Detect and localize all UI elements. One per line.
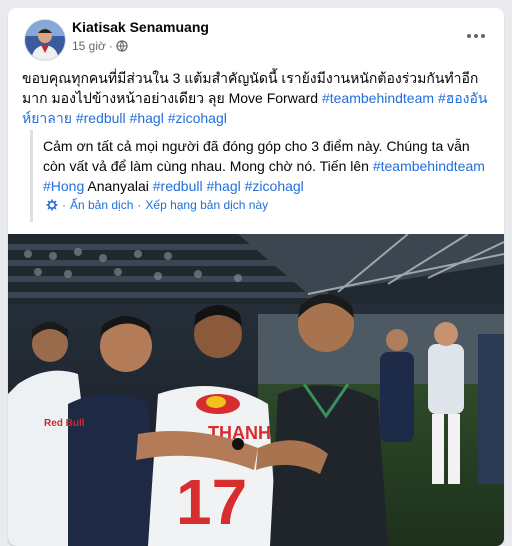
hashtag-redbull[interactable]: #redbull bbox=[76, 110, 126, 126]
post-time[interactable]: 15 giờ bbox=[72, 39, 106, 53]
translation-actions: · Ẩn bản dịch · Xếp hạng bản dịch này bbox=[46, 198, 268, 212]
translation-hashtag-teambehindteam[interactable]: #teambehindteam bbox=[373, 158, 485, 174]
gear-icon bbox=[46, 199, 58, 211]
translation-hashtag-redbull[interactable]: #redbull bbox=[153, 178, 203, 194]
author-name[interactable]: Kiatisak Senamuang bbox=[72, 19, 209, 35]
translation-hashtag-zicohagl[interactable]: #zicohagl bbox=[245, 178, 304, 194]
post-meta: 15 giờ · bbox=[72, 39, 128, 53]
hashtag-zicohagl[interactable]: #zicohagl bbox=[168, 110, 227, 126]
translation-text: Cảm ơn tất cả mọi người đã đóng góp cho … bbox=[43, 136, 490, 196]
avatar-image bbox=[25, 20, 65, 60]
translation-hashtag-hong[interactable]: #Hong bbox=[43, 178, 84, 194]
rate-translation-link[interactable]: Xếp hạng bản dịch này bbox=[145, 198, 268, 212]
post-photo[interactable]: THANH 17 Red Bull bbox=[8, 234, 504, 546]
actions-separator-1: · bbox=[62, 198, 66, 212]
meta-separator: · bbox=[108, 39, 113, 53]
post-header: Kiatisak Senamuang 15 giờ · bbox=[8, 8, 504, 64]
translation-hashtag-hagl[interactable]: #hagl bbox=[206, 178, 240, 194]
post-photo-image: THANH 17 Red Bull bbox=[8, 234, 504, 546]
more-options-icon[interactable] bbox=[460, 22, 492, 50]
actions-separator-2: · bbox=[137, 198, 142, 212]
hide-translation-link[interactable]: Ẩn bản dịch bbox=[70, 198, 133, 212]
hashtag-teambehindteam[interactable]: #teambehindteam bbox=[322, 90, 434, 106]
post-text: ขอบคุณทุกคนที่มีส่วนใน 3 แต้มสำคัญนัดนี้… bbox=[22, 68, 492, 128]
avatar[interactable] bbox=[24, 19, 66, 61]
translation-name-rest: Ananyalai bbox=[84, 178, 149, 194]
post-card: Kiatisak Senamuang 15 giờ · ขอบคุณทุกคนท… bbox=[8, 8, 504, 546]
jersey-number: 17 bbox=[176, 466, 247, 538]
hashtag-hagl[interactable]: #hagl bbox=[130, 110, 164, 126]
globe-icon bbox=[116, 40, 128, 52]
shirt-sponsor: Red Bull bbox=[44, 418, 85, 429]
